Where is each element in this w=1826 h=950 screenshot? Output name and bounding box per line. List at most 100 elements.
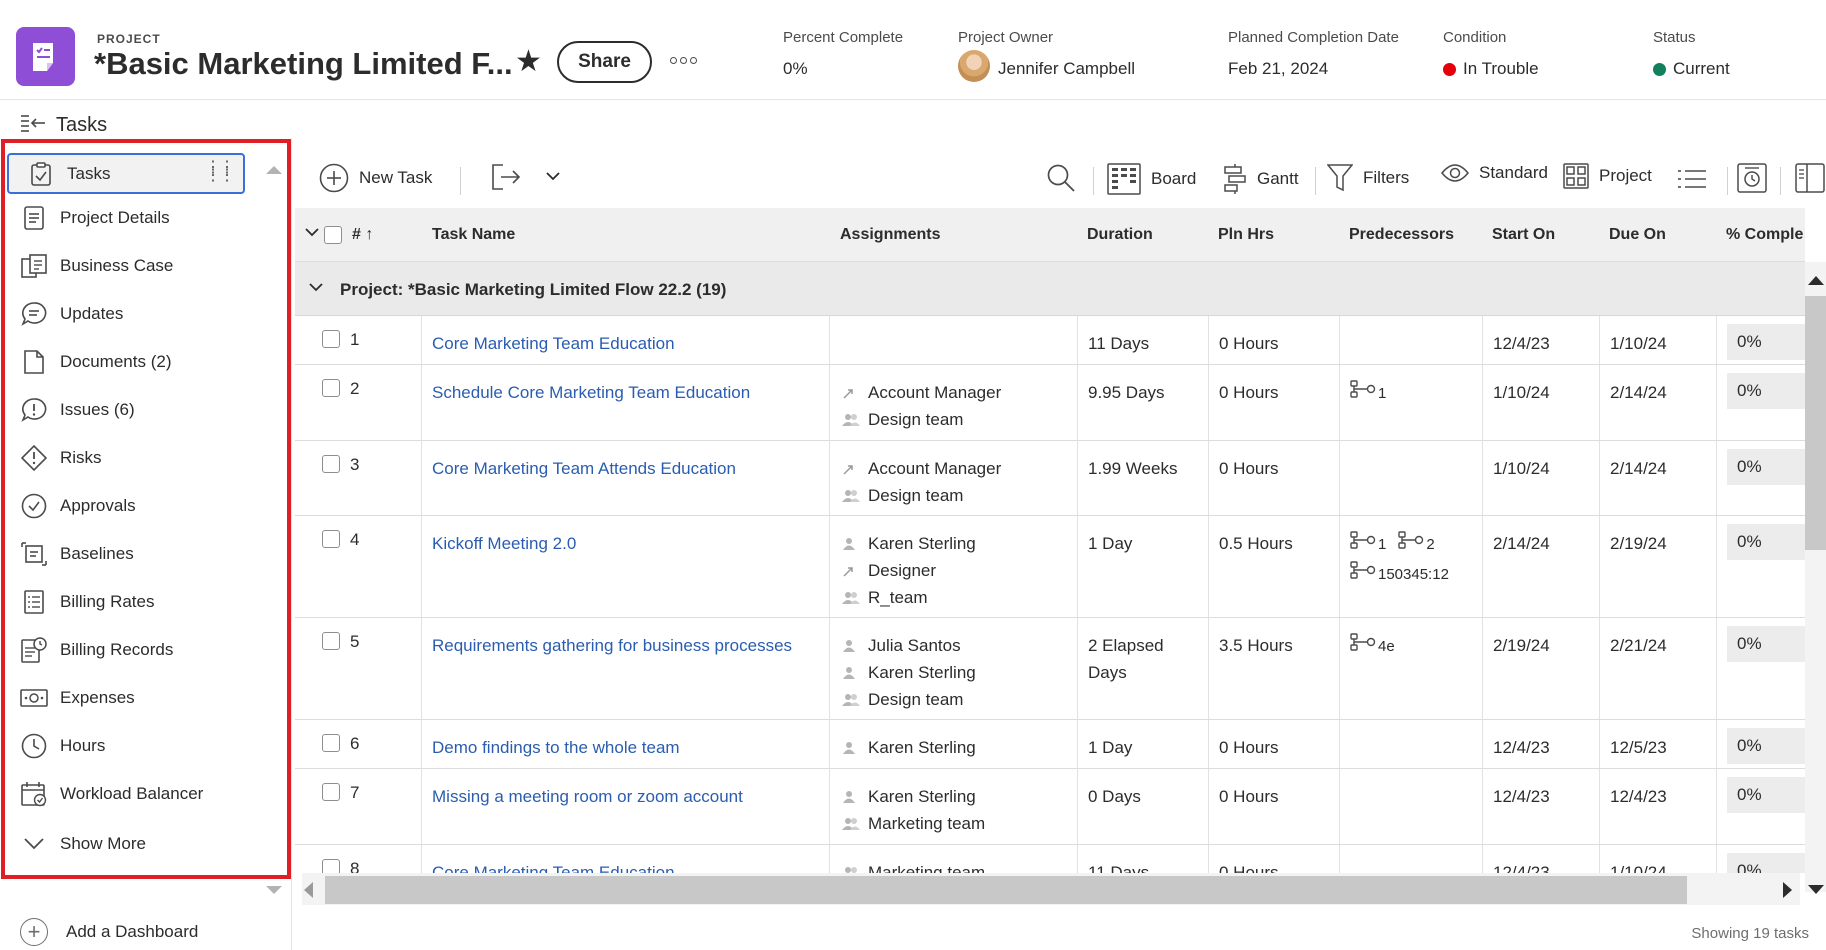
collapse-panel-icon[interactable] xyxy=(20,114,46,137)
assignment-item[interactable]: Marketing team xyxy=(830,810,1077,837)
due-date-cell[interactable]: 2/19/24 xyxy=(1600,516,1717,617)
duration-cell[interactable]: 0 Days xyxy=(1078,769,1209,844)
sidebar-item-approvals[interactable]: Approvals xyxy=(20,488,136,524)
planned-hours-cell[interactable]: 0 Hours xyxy=(1209,316,1340,364)
filters-button[interactable]: Filters xyxy=(1327,163,1409,193)
task-name-link[interactable]: Schedule Core Marketing Team Education xyxy=(422,379,829,406)
gantt-button[interactable]: Gantt xyxy=(1223,163,1299,195)
row-checkbox[interactable] xyxy=(322,734,340,752)
assignments-cell[interactable]: Karen Sterling Marketing team xyxy=(830,769,1078,844)
new-task-button[interactable]: New Task xyxy=(319,163,432,193)
predecessor-item[interactable]: 2 xyxy=(1398,530,1435,560)
predecessors-cell[interactable]: 4e xyxy=(1340,618,1483,719)
assignment-item[interactable]: Karen Sterling xyxy=(830,659,1077,686)
sidebar-item-risks[interactable]: Risks xyxy=(20,440,102,476)
assignments-cell[interactable]: Account Manager Design team xyxy=(830,365,1078,440)
column-header-pln-hrs[interactable]: Pln Hrs xyxy=(1218,226,1274,244)
table-row[interactable]: 5 Requirements gathering for business pro… xyxy=(295,618,1805,720)
export-icon[interactable] xyxy=(491,163,523,191)
vertical-scrollbar-thumb[interactable] xyxy=(1805,296,1826,550)
assignment-item[interactable]: Design team xyxy=(830,482,1077,509)
task-name-link[interactable]: Core Marketing Team Attends Education xyxy=(422,455,829,482)
table-row[interactable]: 7 Missing a meeting room or zoom account K… xyxy=(295,769,1805,845)
table-row[interactable]: 4 Kickoff Meeting 2.0 Karen Sterling Design… xyxy=(295,516,1805,618)
start-date-cell[interactable]: 1/10/24 xyxy=(1483,365,1600,440)
predecessors-cell[interactable] xyxy=(1340,720,1483,768)
expand-all-chevron-icon[interactable] xyxy=(305,224,319,242)
more-options-icon[interactable] xyxy=(668,49,700,71)
percent-complete-input[interactable]: 0% xyxy=(1727,524,1805,560)
assignments-cell[interactable]: Karen Sterling xyxy=(830,720,1078,768)
assignments-cell[interactable] xyxy=(830,316,1078,364)
sidebar-item-expenses[interactable]: Expenses xyxy=(20,680,135,716)
predecessors-cell[interactable] xyxy=(1340,845,1483,873)
sidebar-item-billing-rates[interactable]: Billing Rates xyxy=(20,584,155,620)
table-row[interactable]: 3 Core Marketing Team Attends Education Ac… xyxy=(295,441,1805,516)
row-checkbox[interactable] xyxy=(322,859,340,873)
planned-hours-cell[interactable]: 0.5 Hours xyxy=(1209,516,1340,617)
predecessor-item[interactable]: 4e xyxy=(1350,632,1395,662)
board-button[interactable]: Board xyxy=(1107,163,1196,195)
task-name-link[interactable]: Requirements gathering for business proc… xyxy=(422,632,829,659)
start-date-cell[interactable]: 12/4/23 xyxy=(1483,769,1600,844)
percent-complete-input[interactable]: 0% xyxy=(1727,449,1805,485)
condition-value[interactable]: In Trouble xyxy=(1463,59,1539,79)
planned-hours-cell[interactable]: 0 Hours xyxy=(1209,720,1340,768)
share-button[interactable]: Share xyxy=(557,41,652,83)
assignments-cell[interactable]: Karen Sterling Designer R_team xyxy=(830,516,1078,617)
star-icon[interactable]: ★ xyxy=(515,47,542,77)
column-header-predecessors[interactable]: Predecessors xyxy=(1349,226,1454,244)
assignment-item[interactable]: Karen Sterling xyxy=(830,783,1077,810)
assignment-item[interactable]: Julia Santos xyxy=(830,632,1077,659)
sidebar-item-workload-balancer[interactable]: Workload Balancer xyxy=(20,776,203,812)
duration-cell[interactable]: 9.95 Days xyxy=(1078,365,1209,440)
start-date-cell[interactable]: 12/4/23 xyxy=(1483,720,1600,768)
sidebar-item-project-details[interactable]: Project Details xyxy=(20,200,170,236)
project-owner-name[interactable]: Jennifer Campbell xyxy=(998,59,1135,79)
column-header-assignments[interactable]: Assignments xyxy=(840,226,940,244)
assignments-cell[interactable]: Marketing team xyxy=(830,845,1078,873)
table-row[interactable]: 1 Core Marketing Team Education 11 Days 0 H… xyxy=(295,316,1805,365)
assignments-cell[interactable]: Account Manager Design team xyxy=(830,441,1078,515)
duration-cell[interactable]: 11 Days xyxy=(1078,845,1209,873)
start-date-cell[interactable]: 1/10/24 xyxy=(1483,441,1600,515)
due-date-cell[interactable]: 2/14/24 xyxy=(1600,441,1717,515)
panel-toggle-icon[interactable] xyxy=(1795,163,1825,193)
list-view-icon[interactable] xyxy=(1677,169,1707,189)
sidebar-item-hours[interactable]: Hours xyxy=(20,728,105,764)
assignment-item[interactable]: Design team xyxy=(830,406,1077,433)
row-checkbox[interactable] xyxy=(322,530,340,548)
row-checkbox[interactable] xyxy=(322,455,340,473)
horizontal-scrollbar-thumb[interactable] xyxy=(325,876,1687,904)
project-title[interactable]: *Basic Marketing Limited F... xyxy=(94,46,513,82)
task-name-link[interactable]: Core Marketing Team Education xyxy=(422,330,829,357)
sidebar-item-updates[interactable]: Updates xyxy=(20,296,123,332)
sidebar-item-documents[interactable]: Documents (2) xyxy=(20,344,171,380)
row-checkbox[interactable] xyxy=(322,330,340,348)
due-date-cell[interactable]: 2/21/24 xyxy=(1600,618,1717,719)
planned-hours-cell[interactable]: 0 Hours xyxy=(1209,365,1340,440)
column-header-duration[interactable]: Duration xyxy=(1087,226,1153,244)
predecessor-item[interactable]: 1 xyxy=(1350,379,1386,409)
percent-complete-input[interactable]: 0% xyxy=(1727,324,1805,360)
percent-complete-input[interactable]: 0% xyxy=(1727,777,1805,813)
predecessor-item[interactable]: 150345:12 xyxy=(1350,560,1449,590)
predecessors-cell[interactable]: 1 2 150345:12 xyxy=(1340,516,1483,617)
add-dashboard-button[interactable]: + Add a Dashboard xyxy=(20,918,198,946)
assignment-item[interactable]: Karen Sterling xyxy=(830,530,1077,557)
group-row-project[interactable]: Project: *Basic Marketing Limited Flow 2… xyxy=(295,262,1805,316)
duration-cell[interactable]: 2 Elapsed Days xyxy=(1078,618,1209,719)
duration-cell[interactable]: 1 Day xyxy=(1078,720,1209,768)
scroll-left-icon[interactable] xyxy=(304,882,313,898)
row-checkbox[interactable] xyxy=(322,632,340,650)
sidebar-item-tasks[interactable]: Tasks ⋮⋮ ⋮⋮ xyxy=(7,153,245,194)
assignment-item[interactable]: Account Manager xyxy=(830,379,1077,406)
sidebar-item-billing-records[interactable]: Billing Records xyxy=(20,632,173,668)
duration-cell[interactable]: 11 Days xyxy=(1078,316,1209,364)
timeline-icon[interactable] xyxy=(1737,163,1767,193)
export-dropdown-chevron-icon[interactable] xyxy=(545,171,561,181)
assignment-item[interactable]: Design team xyxy=(830,686,1077,713)
sidebar-item-show-more[interactable]: Show More xyxy=(20,826,146,862)
planned-hours-cell[interactable]: 0 Hours xyxy=(1209,845,1340,873)
start-date-cell[interactable]: 12/4/23 xyxy=(1483,316,1600,364)
